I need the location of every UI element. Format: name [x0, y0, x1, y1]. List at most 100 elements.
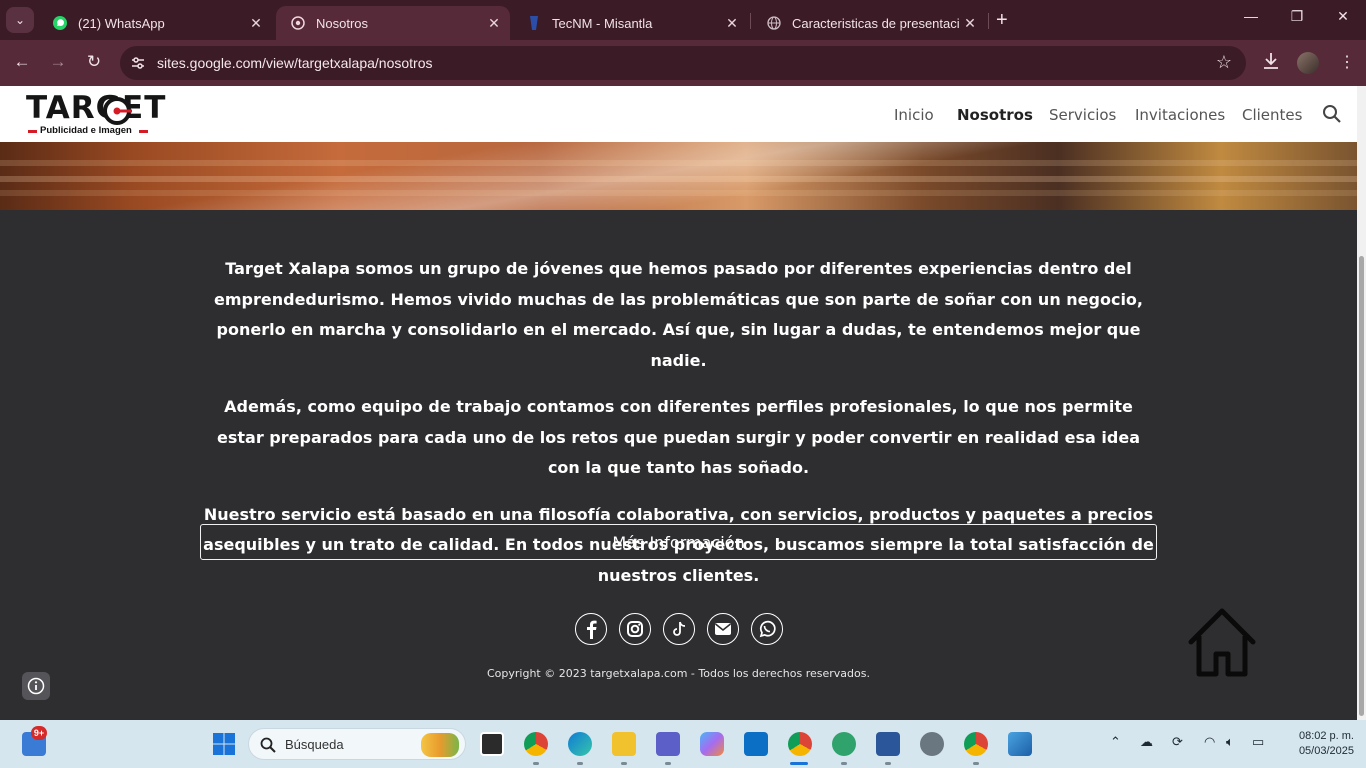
tab-caracteristicas[interactable]: Caracteristicas de presentacion ✕ [752, 6, 986, 40]
chevron-up-icon[interactable]: ⌃ [1110, 734, 1121, 750]
logo-tagline-bar: Publicidad e Imagen [28, 125, 148, 137]
settings-icon[interactable] [920, 732, 944, 756]
volume-icon[interactable]: 🔈︎ [1226, 734, 1234, 750]
google-sites-icon [290, 15, 306, 31]
tecnm-icon [526, 15, 542, 31]
clock-time: 08:02 p. m. [1298, 730, 1354, 742]
back-button[interactable]: ← [11, 52, 33, 72]
page-scrollbar[interactable] [1357, 86, 1366, 720]
tiktok-icon[interactable] [663, 613, 695, 645]
clock[interactable]: 08:02 p. m. 05/03/2025 [1282, 729, 1354, 759]
chevron-down-icon: ⌄ [14, 13, 26, 27]
facebook-icon[interactable] [575, 613, 607, 645]
search-icon[interactable] [1322, 104, 1342, 124]
clock-date: 05/03/2025 [1298, 745, 1354, 757]
restore-button[interactable]: ❐ [1277, 8, 1317, 25]
running-indicator [577, 762, 583, 765]
active-app-indicator [790, 762, 808, 765]
running-indicator [973, 762, 979, 765]
close-icon[interactable]: ✕ [960, 15, 980, 32]
close-icon[interactable]: ✕ [246, 15, 266, 32]
tab-title: TecNM - Misantla [552, 15, 653, 31]
info-icon [27, 677, 45, 695]
nav-inicio[interactable]: Inicio [894, 106, 934, 124]
url-text[interactable]: sites.google.com/view/targetxalapa/nosot… [157, 55, 432, 71]
running-indicator [885, 762, 891, 765]
target-icon [103, 97, 132, 125]
site-settings-icon[interactable] [130, 55, 146, 71]
scrollbar-thumb[interactable] [1359, 256, 1364, 716]
address-bar[interactable]: sites.google.com/view/targetxalapa/nosot… [120, 46, 1246, 80]
tab-title: Nosotros [316, 15, 369, 31]
search-highlight-icon [421, 733, 459, 757]
copilot-icon[interactable] [700, 732, 724, 756]
browser-toolbar: ← → ↻ sites.google.com/view/targetxalapa… [0, 40, 1366, 86]
profile-avatar[interactable] [1297, 52, 1319, 74]
home-icon[interactable] [1186, 606, 1258, 678]
tab-title: (21) WhatsApp [78, 15, 165, 31]
battery-icon[interactable]: ▭ [1252, 734, 1264, 750]
teams-icon[interactable] [656, 732, 680, 756]
site-header: TARGET Publicidad e Imagen Inicio Nosotr… [0, 86, 1357, 142]
tab-whatsapp[interactable]: (21) WhatsApp ✕ [38, 6, 272, 40]
running-indicator [841, 762, 847, 765]
running-indicator [621, 762, 627, 765]
edge-icon[interactable] [568, 732, 592, 756]
reload-button[interactable]: ↻ [83, 52, 105, 72]
minimize-button[interactable]: — [1231, 8, 1271, 24]
wifi-icon[interactable]: ◠ [1204, 734, 1215, 750]
close-window-button[interactable]: ✕ [1323, 8, 1363, 25]
tab-title: Caracteristicas de presentacion [792, 15, 960, 31]
about-paragraph: Además, como equipo de trabajo contamos … [217, 397, 1140, 477]
page-viewport: TARGET Publicidad e Imagen Inicio Nosotr… [0, 86, 1357, 720]
nav-invitaciones[interactable]: Invitaciones [1135, 106, 1225, 124]
tab-tecnm[interactable]: TecNM - Misantla ✕ [512, 6, 748, 40]
whatsapp-icon[interactable] [751, 613, 783, 645]
chrome-profile-icon[interactable] [788, 732, 812, 756]
mail-icon[interactable] [707, 613, 739, 645]
tab-separator [988, 13, 989, 29]
tab-search-button[interactable]: ⌄ [6, 7, 34, 33]
tab-separator [750, 13, 751, 29]
forward-button[interactable]: → [47, 52, 69, 72]
logo-wordmark: TARGET [26, 90, 167, 126]
running-indicator [665, 762, 671, 765]
taskbar-search[interactable]: Búsqueda [248, 728, 466, 760]
about-paragraph: Target Xalapa somos un grupo de jóvenes … [214, 259, 1143, 370]
more-info-button[interactable]: Más Información [200, 524, 1157, 560]
download-icon[interactable] [1263, 52, 1279, 75]
file-explorer-icon[interactable] [612, 732, 636, 756]
search-icon [260, 737, 276, 753]
task-view-icon[interactable] [480, 732, 504, 756]
chrome-second-profile-icon[interactable] [964, 732, 988, 756]
whatsapp-icon [52, 15, 68, 31]
close-icon[interactable]: ✕ [722, 15, 742, 32]
close-icon[interactable]: ✕ [484, 15, 504, 32]
bookmark-star-icon[interactable]: ☆ [1216, 52, 1232, 73]
taskbar: 9+ Búsqueda ⌃ ☁ ⟳ ◠ 🔈︎ ▭ 08:02 p. m. 05/… [0, 720, 1366, 768]
chrome-icon[interactable] [524, 732, 548, 756]
notification-badge: 9+ [31, 726, 47, 740]
sync-icon[interactable]: ⟳ [1172, 734, 1183, 750]
site-logo[interactable]: TARGET Publicidad e Imagen [26, 92, 165, 138]
nav-clientes[interactable]: Clientes [1242, 106, 1302, 124]
hero-banner-image [0, 142, 1357, 210]
logo-tagline: Publicidad e Imagen [40, 125, 132, 136]
globe-icon [766, 15, 782, 31]
new-tab-button[interactable]: + [996, 10, 1008, 30]
windows-start-icon[interactable] [212, 732, 236, 756]
word-icon[interactable] [876, 732, 900, 756]
onedrive-icon[interactable]: ☁ [1140, 734, 1153, 750]
more-menu-icon[interactable]: ⋮ [1339, 52, 1355, 72]
store-icon[interactable] [744, 732, 768, 756]
nav-nosotros[interactable]: Nosotros [957, 106, 1033, 124]
atom-app-icon[interactable] [832, 732, 856, 756]
copyright-text: Copyright © 2023 targetxalapa.com - Todo… [487, 667, 870, 680]
nav-servicios[interactable]: Servicios [1049, 106, 1116, 124]
photos-icon[interactable] [1008, 732, 1032, 756]
info-button[interactable] [22, 672, 50, 700]
tab-strip: ⌄ (21) WhatsApp ✕ Nosotros ✕ TecNM - Mis… [0, 0, 1366, 40]
instagram-icon[interactable] [619, 613, 651, 645]
search-placeholder: Búsqueda [285, 737, 344, 752]
tab-nosotros[interactable]: Nosotros ✕ [276, 6, 510, 40]
